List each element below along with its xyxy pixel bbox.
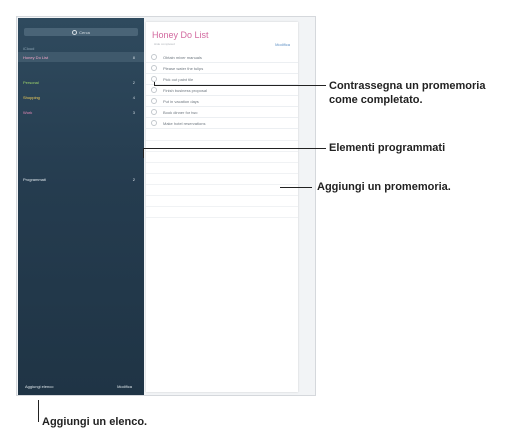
list-count: 3 [132, 109, 135, 115]
completion-circle-icon[interactable] [151, 120, 157, 126]
scheduled-count: 2 [132, 176, 135, 182]
reminder-item[interactable]: Obtain mixer manuals [146, 52, 298, 63]
scheduled-list-item[interactable]: Programmati 2 [18, 174, 144, 184]
leader-line-add-reminder [280, 187, 312, 188]
reminder-text: Pick out paint tile [163, 76, 194, 82]
leader-line-mark-complete [154, 85, 326, 86]
completion-circle-icon[interactable] [151, 87, 157, 93]
callout-line: come completato. [329, 94, 423, 106]
empty-row-divider [146, 217, 298, 218]
sidebar-edit-button[interactable]: Modifica [117, 384, 132, 389]
list-count: 4 [132, 94, 135, 100]
completion-circle-icon[interactable] [151, 98, 157, 104]
empty-row-divider [146, 173, 298, 174]
search-icon [72, 29, 78, 35]
list-item-honey-do[interactable]: Honey Do List 8 [18, 52, 144, 62]
reminder-text: Book dinner for two [163, 109, 198, 115]
empty-row-divider [146, 206, 298, 207]
list-item-personal[interactable]: Personal 2 [18, 77, 144, 87]
leader-line-add-list [38, 400, 39, 422]
reminder-item[interactable]: Book dinner for two [146, 107, 298, 118]
reminder-item[interactable]: Pick out paint tile [146, 74, 298, 85]
lists-sidebar: Cerca iCloud Honey Do List 8 Personal 2 … [18, 18, 144, 395]
search-field[interactable]: Cerca [24, 28, 138, 36]
list-count: 8 [132, 54, 135, 60]
empty-row-divider [146, 140, 298, 141]
reminder-item[interactable]: Finish business proposal [146, 85, 298, 96]
callout-add-reminder: Aggiungi un promemoria. [317, 181, 451, 193]
leader-line-tick [143, 148, 144, 158]
reminders-panel: Honey Do List Hide completed Modifica Ob… [146, 22, 298, 392]
list-label: Shopping [23, 94, 40, 100]
reminder-text: Make hotel reservations [163, 120, 206, 126]
leader-line-scheduled [143, 148, 326, 149]
hide-completed-link[interactable]: Hide completed [154, 42, 175, 46]
list-item-shopping[interactable]: Shopping 4 [18, 92, 144, 102]
reminder-text: Finish business proposal [163, 87, 208, 93]
search-label: Cerca [79, 29, 90, 35]
list-count: 2 [132, 79, 135, 85]
empty-row-divider [146, 195, 298, 196]
reminder-text: Put in vacation days [163, 98, 199, 104]
reminder-item[interactable]: Put in vacation days [146, 96, 298, 107]
icloud-section-label: iCloud [23, 46, 35, 51]
illustration: Cerca iCloud Honey Do List 8 Personal 2 … [0, 0, 514, 437]
reminder-item[interactable]: Make hotel reservations [146, 118, 298, 129]
sidebar-footer: Aggiungi elenco Modifica [18, 384, 144, 389]
add-list-button[interactable]: Aggiungi elenco [25, 384, 53, 389]
list-label: Honey Do List [23, 54, 49, 60]
completion-circle-icon[interactable] [151, 109, 157, 115]
callout-scheduled: Elementi programmati [329, 142, 446, 154]
reminder-item[interactable]: Please water the tulips [146, 63, 298, 74]
edit-button[interactable]: Modifica [275, 42, 290, 47]
empty-row-divider [146, 162, 298, 163]
scheduled-label: Programmati [23, 176, 46, 182]
list-item-work[interactable]: Work 3 [18, 107, 144, 117]
callout-add-list: Aggiungi un elenco. [42, 416, 148, 428]
leader-line-tick [154, 82, 155, 86]
callout-line: Contrassegna un promemoria [329, 80, 486, 92]
reminder-text: Please water the tulips [163, 65, 204, 71]
completion-circle-icon[interactable] [151, 65, 157, 71]
list-title: Honey Do List [152, 30, 209, 40]
reminder-text: Obtain mixer manuals [163, 54, 202, 60]
completion-circle-icon[interactable] [151, 54, 157, 60]
callout-mark-complete: Contrassegna un promemoria come completa… [329, 79, 485, 107]
empty-row-divider [146, 184, 298, 185]
list-label: Personal [23, 79, 39, 85]
list-label: Work [23, 109, 33, 115]
empty-row-divider [146, 151, 298, 152]
